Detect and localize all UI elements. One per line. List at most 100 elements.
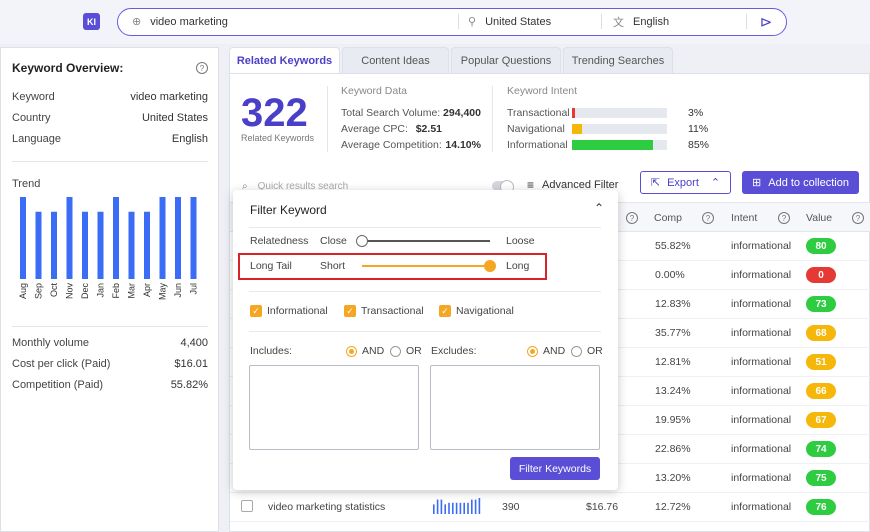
trend-bar-dec[interactable] bbox=[82, 211, 88, 279]
stat-cpc: Cost per click (Paid) $16.01 bbox=[12, 358, 208, 370]
header-comp[interactable]: Comp bbox=[654, 212, 682, 224]
trend-tick-label: May bbox=[158, 283, 168, 301]
popup-title: Filter Keyword bbox=[250, 203, 327, 217]
app-logo[interactable]: KI bbox=[83, 13, 100, 30]
sparkline-bar bbox=[459, 502, 462, 514]
cell-intent: informational bbox=[731, 298, 792, 310]
radio-dot[interactable] bbox=[571, 345, 582, 357]
help-icon[interactable]: ? bbox=[702, 212, 714, 224]
country-select[interactable]: ⚲ United States bbox=[468, 9, 551, 34]
value-badge: 76 bbox=[806, 499, 836, 515]
intent-label: Navigational bbox=[507, 123, 565, 135]
intent-navigational: Navigational 11% bbox=[507, 123, 708, 135]
row-label: Keyword bbox=[12, 91, 55, 103]
stat-value: $16.01 bbox=[174, 358, 208, 370]
checkmark-icon[interactable]: ✓ bbox=[439, 305, 451, 317]
checkbox-label: Informational bbox=[267, 305, 328, 317]
trend-tick-label: Dec bbox=[80, 283, 90, 300]
checkmark-icon[interactable]: ✓ bbox=[344, 305, 356, 317]
tab-popular-questions[interactable]: Popular Questions bbox=[451, 47, 561, 73]
cell-comp: 0.00% bbox=[655, 269, 685, 281]
radio-dot[interactable] bbox=[527, 345, 538, 357]
includes-textarea[interactable] bbox=[249, 365, 419, 450]
radio-dot[interactable] bbox=[346, 345, 357, 357]
filter-keywords-button[interactable]: Filter Keywords bbox=[510, 457, 600, 480]
label: Average CPC: bbox=[341, 123, 408, 135]
trend-bar-jun[interactable] bbox=[175, 197, 181, 279]
checkmark-icon[interactable]: ✓ bbox=[250, 305, 262, 317]
row-checkbox[interactable] bbox=[241, 500, 253, 512]
row-label: Language bbox=[12, 133, 61, 145]
relatedness-handle[interactable] bbox=[356, 235, 368, 247]
label: Average Competition: bbox=[341, 139, 442, 151]
trend-bar-apr[interactable] bbox=[144, 211, 150, 279]
radio-label: OR bbox=[587, 345, 603, 357]
trend-bar-may[interactable] bbox=[159, 197, 166, 279]
excludes-or-radio[interactable]: OR bbox=[571, 345, 603, 357]
keyword-overview-panel: Keyword Overview: ? Keyword video market… bbox=[0, 47, 219, 532]
sparkline-bar bbox=[471, 499, 473, 514]
add-to-collection-button[interactable]: ⊞ Add to collection bbox=[742, 171, 859, 194]
value-badge: 51 bbox=[806, 354, 836, 370]
radio-label: AND bbox=[543, 345, 566, 357]
excludes-and-radio[interactable]: AND bbox=[527, 345, 565, 357]
trend-bar-jan[interactable] bbox=[97, 211, 104, 279]
highlight-box bbox=[238, 253, 547, 280]
trend-bar-nov[interactable] bbox=[66, 197, 73, 279]
relatedness-track[interactable] bbox=[362, 240, 490, 242]
cell-keyword[interactable]: video marketing statistics bbox=[268, 501, 385, 513]
table-row[interactable]: video marketing statistics 390 $16.76 12… bbox=[230, 493, 870, 522]
excludes-textarea[interactable] bbox=[430, 365, 600, 450]
sparkline-bar bbox=[455, 502, 458, 514]
trend-bar-oct[interactable] bbox=[51, 211, 57, 279]
sparkline-bar bbox=[444, 504, 446, 514]
location-pin-icon: ⚲ bbox=[468, 16, 477, 28]
help-icon[interactable]: ? bbox=[626, 212, 638, 224]
divider bbox=[249, 227, 601, 228]
language-select[interactable]: 文 English bbox=[613, 9, 669, 34]
overview-language-row: Language English bbox=[12, 133, 208, 145]
checkbox-transactional[interactable]: ✓ Transactional bbox=[344, 305, 424, 317]
includes-or-radio[interactable]: OR bbox=[390, 345, 422, 357]
panel-title: Keyword Overview: bbox=[12, 61, 124, 75]
cell-comp: 35.77% bbox=[655, 327, 691, 339]
help-icon[interactable]: ? bbox=[778, 212, 790, 224]
row-value: English bbox=[171, 133, 208, 145]
trend-bar-sep[interactable] bbox=[35, 211, 42, 279]
header-intent[interactable]: Intent bbox=[731, 212, 757, 224]
help-icon[interactable]: ? bbox=[196, 62, 208, 74]
trend-bar-feb[interactable] bbox=[113, 197, 119, 279]
trend-tick-label: Sep bbox=[34, 283, 44, 299]
intent-label: Informational bbox=[507, 139, 568, 151]
tab-related-keywords[interactable]: Related Keywords bbox=[229, 47, 340, 73]
help-icon[interactable]: ? bbox=[852, 212, 864, 224]
includes-and-radio[interactable]: AND bbox=[346, 345, 384, 357]
intent-fill bbox=[572, 124, 583, 134]
keyword-field[interactable]: ⊕ video marketing bbox=[132, 9, 228, 34]
keyword-data-title: Keyword Data bbox=[341, 85, 407, 97]
keyword-input[interactable]: video marketing bbox=[150, 16, 228, 28]
export-button[interactable]: ⇱ Export ⌃ bbox=[640, 171, 731, 194]
trend-bar-mar[interactable] bbox=[128, 211, 135, 279]
stat-competition: Competition (Paid) 55.82% bbox=[12, 379, 208, 391]
header-value[interactable]: Value bbox=[806, 212, 832, 224]
slider-label: Relatedness bbox=[250, 235, 309, 247]
divider bbox=[601, 14, 602, 29]
total-volume-row: Total Search Volume: 294,400 bbox=[341, 107, 481, 119]
chevron-up-icon[interactable]: ⌃ bbox=[594, 201, 604, 215]
radio-label: OR bbox=[406, 345, 422, 357]
add-collection-label: Add to collection bbox=[768, 176, 849, 189]
stat-value: 55.82% bbox=[170, 379, 208, 391]
divider bbox=[746, 14, 747, 29]
trend-bar-jul[interactable] bbox=[190, 197, 197, 279]
radio-dot[interactable] bbox=[390, 345, 401, 357]
checkbox-label: Transactional bbox=[361, 305, 424, 317]
tab-trending-searches[interactable]: Trending Searches bbox=[563, 47, 673, 73]
checkbox-navigational[interactable]: ✓ Navigational bbox=[439, 305, 514, 317]
sparkline-bar bbox=[478, 498, 481, 514]
checkbox-informational[interactable]: ✓ Informational bbox=[250, 305, 328, 317]
divider bbox=[12, 161, 208, 162]
submit-search-icon[interactable]: ⊳ bbox=[756, 12, 776, 32]
trend-bar-aug[interactable] bbox=[20, 197, 26, 279]
tab-content-ideas[interactable]: Content Ideas bbox=[342, 47, 449, 73]
